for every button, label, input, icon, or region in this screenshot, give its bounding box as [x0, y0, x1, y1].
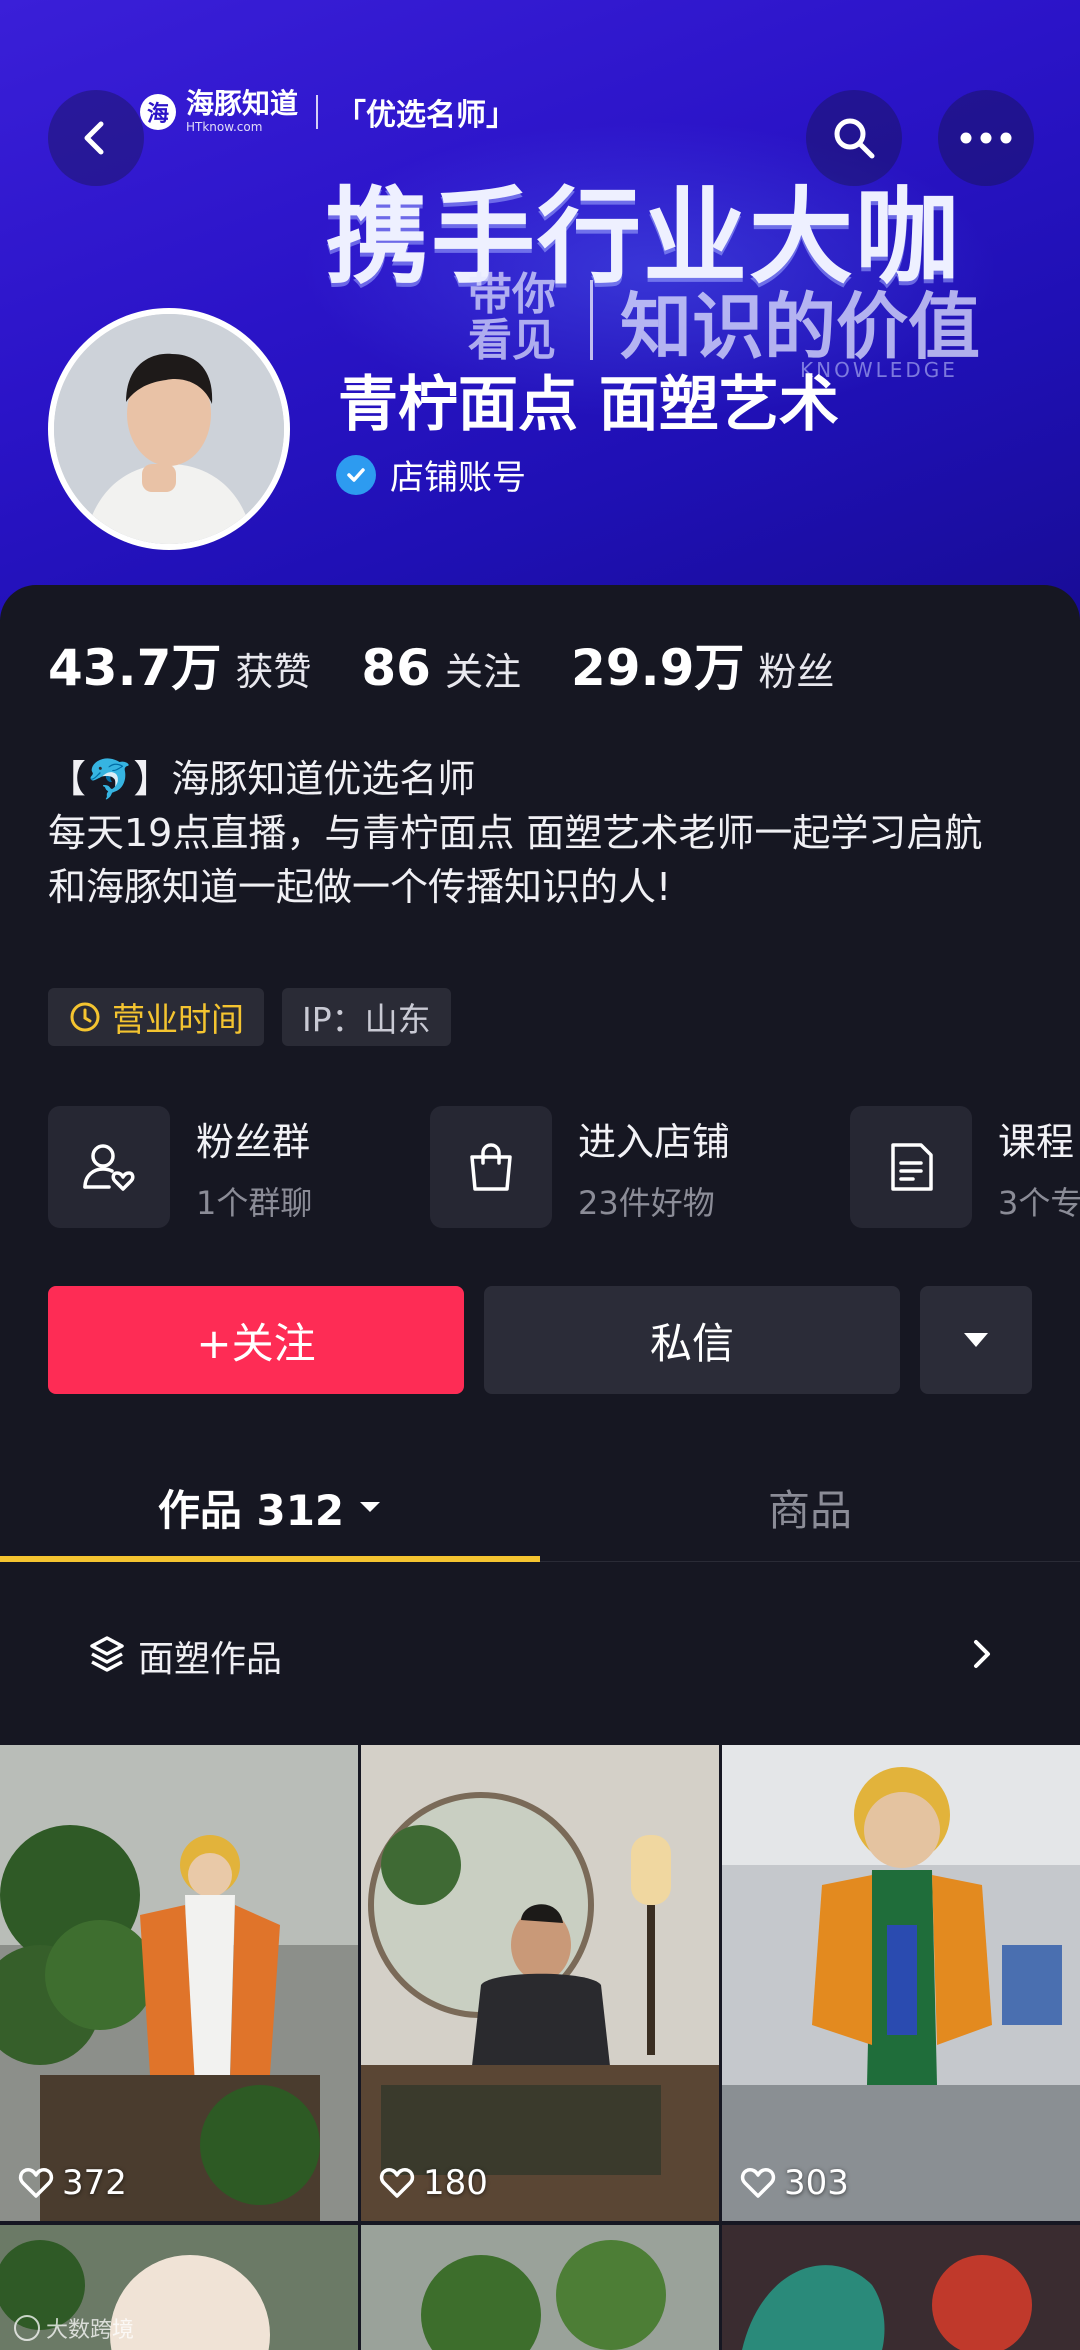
- stat-followers-value: 29.9万: [571, 639, 745, 697]
- fan-group-entry[interactable]: 粉丝群 1个群聊: [48, 1106, 312, 1228]
- fan-group-count: 1个群聊: [196, 1183, 313, 1222]
- stat-likes-label: 获赞: [235, 650, 312, 694]
- account-type-label: 店铺账号: [390, 458, 526, 498]
- watermark: 大数跨境: [14, 2312, 134, 2344]
- ip-location-tag: IP：山东: [282, 988, 451, 1046]
- search-icon: [834, 118, 875, 159]
- video-cover-image: [361, 2225, 719, 2350]
- stat-following-label: 关注: [444, 650, 521, 694]
- collection-row[interactable]: 面塑作品: [0, 1600, 1080, 1710]
- video-thumbnail[interactable]: 303: [722, 1745, 1080, 2221]
- store-title: 进入店铺: [578, 1119, 731, 1164]
- business-hours-tag[interactable]: 营业时间: [48, 988, 264, 1046]
- tab-goods-label: 商品: [767, 1485, 852, 1535]
- banner-subtitle-left: 带你看见: [468, 269, 556, 366]
- tab-works-label: 作品 312: [157, 1485, 345, 1535]
- shopping-bag-icon: [430, 1106, 552, 1228]
- stat-likes[interactable]: 43.7万 获赞: [48, 628, 311, 700]
- collection-label: 面塑作品: [138, 1639, 283, 1680]
- search-button[interactable]: [806, 90, 902, 186]
- active-tab-indicator: [0, 1556, 540, 1562]
- feature-entries: 粉丝群 1个群聊 进入店铺 23件好物 课程 3个专: [48, 1106, 1080, 1228]
- video-cover-image: [722, 1745, 1080, 2221]
- dolphin-logo-icon: 海: [140, 94, 176, 130]
- fan-group-title: 粉丝群: [196, 1119, 311, 1164]
- tab-goods[interactable]: 商品: [540, 1452, 1080, 1562]
- bio-line-2: 每天19点直播，与青柠面点 面塑艺术老师一起学习启航: [48, 811, 983, 855]
- stat-likes-value: 43.7万: [48, 639, 222, 697]
- profile-name: 青柠面点 面塑艺术: [338, 370, 839, 440]
- stat-followers[interactable]: 29.9万 粉丝: [571, 628, 834, 700]
- video-cover-image: [361, 1745, 719, 2221]
- video-thumbnail[interactable]: 180: [361, 1745, 719, 2221]
- watermark-text: 大数跨境: [46, 2318, 135, 2343]
- ip-location-label: IP：山东: [302, 1000, 431, 1039]
- profile-bio: 【🐬】海豚知道优选名师 每天19点直播，与青柠面点 面塑艺术老师一起学习启航 和…: [48, 752, 1048, 914]
- stat-following[interactable]: 86 关注: [361, 639, 521, 697]
- more-dots-icon: [960, 132, 1012, 144]
- caret-down-icon: [360, 1502, 381, 1512]
- layers-icon: [90, 1636, 124, 1672]
- tab-works[interactable]: 作品 312: [0, 1452, 540, 1562]
- content-tabs: 作品 312 商品: [0, 1452, 1080, 1562]
- video-likes-count: 372: [62, 2163, 127, 2203]
- chevron-right-icon: [974, 1640, 990, 1668]
- profile-stats: 43.7万 获赞 86 关注 29.9万 粉丝: [48, 628, 834, 700]
- message-button[interactable]: 私信: [484, 1286, 900, 1394]
- more-options-button[interactable]: [920, 1286, 1032, 1394]
- follow-button[interactable]: +关注: [48, 1286, 464, 1394]
- brand-tag: 「优选名师」: [336, 98, 517, 133]
- brand-name: 海豚知道: [186, 87, 299, 120]
- stat-following-value: 86: [361, 639, 431, 697]
- profile-tags: 营业时间 IP：山东: [48, 988, 451, 1046]
- profile-actions: +关注 私信: [48, 1286, 1032, 1394]
- fan-group-icon: [48, 1106, 170, 1228]
- video-likes: 180: [379, 2163, 488, 2203]
- video-grid: 372 180 303: [0, 1745, 1080, 2350]
- course-icon: [850, 1106, 972, 1228]
- verified-account: 店铺账号: [336, 450, 526, 499]
- video-likes-count: 180: [423, 2163, 488, 2203]
- video-thumbnail[interactable]: [361, 2225, 719, 2350]
- business-hours-label: 营业时间: [112, 1000, 244, 1039]
- clock-icon: [70, 1002, 100, 1032]
- video-cover-image: [0, 1745, 358, 2221]
- watermark-logo-icon: [14, 2315, 40, 2341]
- back-button[interactable]: [48, 90, 144, 186]
- brand-site: HTknow.com: [186, 120, 263, 134]
- back-arrow-icon: [84, 121, 104, 155]
- bio-line-3: 和海豚知道一起做一个传播知识的人!: [48, 865, 672, 909]
- heart-icon: [379, 2168, 415, 2198]
- more-button[interactable]: [938, 90, 1034, 186]
- brand-logo: 海 海豚知道 HTknow.com 「优选名师」: [140, 90, 516, 134]
- verified-check-icon: [336, 454, 376, 495]
- course-entry[interactable]: 课程 3个专: [850, 1106, 1080, 1228]
- store-count: 23件好物: [578, 1183, 715, 1222]
- brand-divider: [316, 95, 319, 129]
- heart-icon: [740, 2168, 776, 2198]
- video-thumbnail[interactable]: 372: [0, 1745, 358, 2221]
- course-title: 课程: [998, 1119, 1075, 1164]
- video-likes-count: 303: [784, 2163, 849, 2203]
- video-likes: 303: [740, 2163, 849, 2203]
- banner-divider: [590, 280, 593, 360]
- avatar[interactable]: [48, 308, 290, 550]
- avatar-portrait: [54, 314, 284, 544]
- video-cover-image: [722, 2225, 1080, 2350]
- stat-followers-label: 粉丝: [758, 650, 835, 694]
- video-likes: 372: [18, 2163, 127, 2203]
- bio-line-1: 【🐬】海豚知道优选名师: [48, 757, 476, 801]
- store-entry[interactable]: 进入店铺 23件好物: [430, 1106, 730, 1228]
- video-thumbnail[interactable]: [722, 2225, 1080, 2350]
- heart-icon: [18, 2168, 54, 2198]
- triangle-down-icon: [964, 1333, 988, 1347]
- course-count: 3个专: [998, 1183, 1080, 1222]
